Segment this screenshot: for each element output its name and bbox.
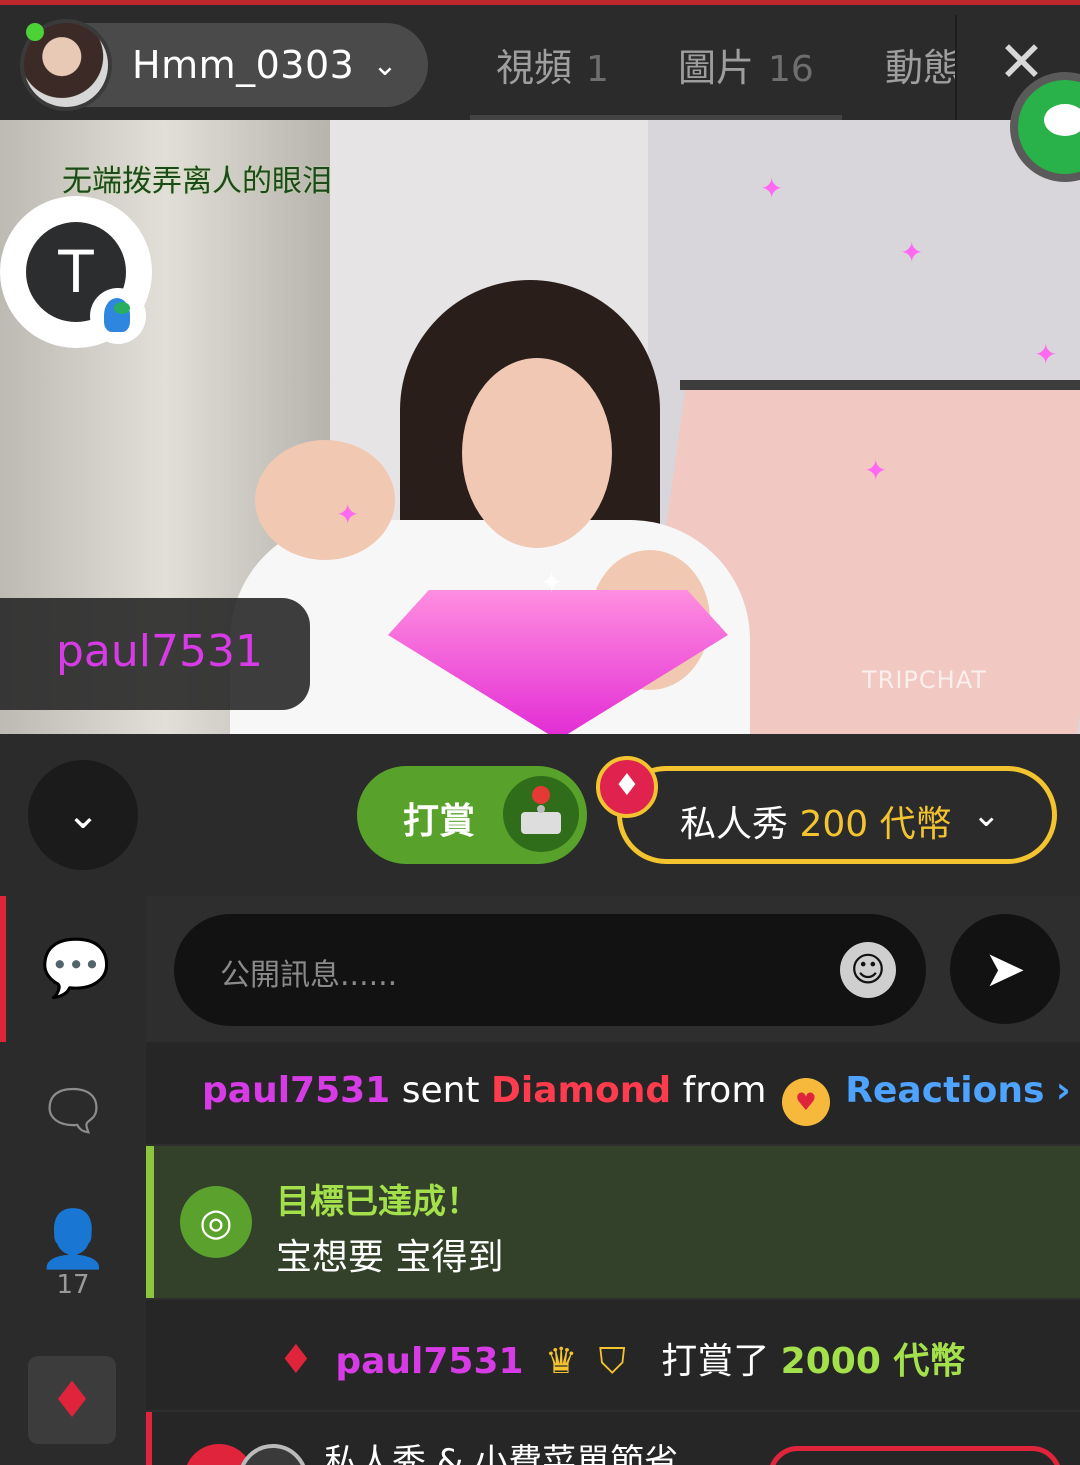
message-username[interactable]: paul7531 xyxy=(335,1341,523,1382)
gift-diamond-icon[interactable]: ♦ xyxy=(28,1356,116,1444)
message-placeholder: 公開訊息...... xyxy=(220,958,398,993)
gift-diamond-icon: ♦ xyxy=(278,1337,314,1383)
private-show-button[interactable]: 私人秀 200 代幣 ⌄ xyxy=(617,766,1057,864)
tipper-name: paul7531 xyxy=(56,626,263,677)
heart-eyes-icon: ♥ xyxy=(781,1078,830,1126)
tab-videos-count: 1 xyxy=(586,49,609,90)
tab-videos-label: 視頻 xyxy=(496,46,573,90)
chat-message-tip: ♦ paul7531 ♛ ⛉ 打賞了 2000 代幣 xyxy=(146,1300,1080,1410)
sparkle-icon: ✦ xyxy=(336,498,360,531)
tab-photos-label: 圖片 xyxy=(678,46,755,90)
sparkle-icon: ✦ xyxy=(900,236,924,269)
private-show-prefix: 私人秀 xyxy=(680,804,789,845)
video-background-bedframe xyxy=(680,380,1080,390)
emoji-icon[interactable]: ☺ xyxy=(840,942,896,998)
group-chat-icon[interactable]: 🗨 xyxy=(0,1042,146,1182)
collapse-button[interactable]: ⌄ xyxy=(28,760,138,870)
crown-icon: ♛ xyxy=(545,1341,578,1382)
tip-message-text: ♦ paul7531 ♛ ⛉ 打賞了 2000 代幣 xyxy=(278,1332,965,1384)
viewer-profile-badge[interactable]: T xyxy=(0,196,152,348)
private-show-label: 私人秀 200 代幣 xyxy=(680,795,952,847)
avatar xyxy=(238,1444,308,1465)
online-status-dot xyxy=(26,23,44,41)
tab-videos[interactable]: 視頻 1 xyxy=(496,37,609,92)
sparkle-icon: ✦ xyxy=(864,454,888,487)
streamer-figure-face xyxy=(462,358,612,548)
user-icon: 👤 xyxy=(38,1207,108,1272)
gift-diamond-icon: ♦ xyxy=(596,756,658,818)
tab-feed[interactable]: 動態 xyxy=(885,37,955,92)
tip-button-label: 打賞 xyxy=(403,801,476,842)
action-bar: ⌄ 打賞 私人秀 200 代幣 ⌄ ♦ xyxy=(0,734,1080,896)
chat-message-gift: paul7531 sent Diamond from ♥ Reactions › xyxy=(146,1042,1080,1144)
sparkle-icon: ✦ xyxy=(540,566,564,599)
goal-title: 目標已達成！ xyxy=(276,1182,480,1222)
tab-feed-label: 動態 xyxy=(885,46,955,90)
tripchat-watermark: TRIPCHAT xyxy=(862,666,987,694)
target-icon: ◎ xyxy=(180,1186,252,1258)
tab-divider xyxy=(955,15,957,125)
chevron-down-icon[interactable]: ⌄ xyxy=(372,48,397,83)
tab-photos-count: 16 xyxy=(768,49,814,90)
chevron-down-icon: ⌄ xyxy=(972,795,1001,835)
tab-photos[interactable]: 圖片 16 xyxy=(678,37,814,92)
menu-message-text: 私人秀 & 小費菜單節省 xyxy=(324,1442,679,1465)
private-show-price: 200 代幣 xyxy=(799,804,952,845)
live-video-stream[interactable]: ✦ ✦ ✦ ✦ ✦ ✦ 无端拨弄离人的眼泪 T paul7531 TRIPCHA… xyxy=(0,120,1080,734)
chat-message-goal: ◎ 目標已達成！ 宝想要 宝得到 xyxy=(146,1146,1080,1298)
joystick-icon xyxy=(503,776,579,852)
tip-action-text: 打賞了 xyxy=(661,1341,770,1382)
viewers-tab[interactable]: 👤 17 xyxy=(0,1196,146,1336)
sparkle-icon: ✦ xyxy=(760,172,784,205)
chat-bubble-icon[interactable]: 💬 xyxy=(0,896,146,1042)
send-icon[interactable]: ➤ xyxy=(950,914,1060,1024)
tip-button[interactable]: 打賞 xyxy=(357,766,587,864)
user-profile-pill[interactable]: Hmm_0303 ⌄ xyxy=(20,19,428,111)
tipper-name-overlay: paul7531 xyxy=(0,598,310,710)
song-lyric-overlay: 无端拨弄离人的眼泪 xyxy=(62,164,332,199)
gift-message-text: paul7531 sent Diamond from ♥ Reactions › xyxy=(202,1070,1071,1126)
menu-action-button[interactable] xyxy=(768,1446,1062,1465)
streamer-username: Hmm_0303 xyxy=(132,43,355,87)
shield-icon: ⛉ xyxy=(598,1341,626,1382)
public-message-input[interactable]: 公開訊息...... ☺ xyxy=(174,914,926,1026)
viewer-count: 17 xyxy=(56,1270,90,1300)
parrot-icon xyxy=(90,288,146,344)
chat-panel: 公開訊息...... ☺ ➤ paul7531 sent Diamond fro… xyxy=(146,896,1080,1465)
sparkle-icon: ✦ xyxy=(1034,338,1058,371)
streamer-avatar[interactable] xyxy=(20,19,112,111)
chevron-right-icon[interactable]: › xyxy=(1056,1070,1071,1111)
reactions-link[interactable]: Reactions xyxy=(845,1070,1044,1111)
goal-description: 宝想要 宝得到 xyxy=(276,1237,504,1278)
gift-from-text: from xyxy=(682,1070,767,1111)
top-bar: Hmm_0303 ⌄ 視頻 1 圖片 16 動態 ✕ xyxy=(0,0,1080,125)
gift-name: Diamond xyxy=(490,1070,672,1111)
chat-message-menu: 私人秀 & 小費菜單節省 xyxy=(146,1412,1080,1465)
message-username[interactable]: paul7531 xyxy=(202,1070,390,1111)
tip-amount: 2000 代幣 xyxy=(780,1341,966,1382)
streamer-figure-left-hand xyxy=(255,440,395,560)
gift-sent-text: sent xyxy=(401,1070,480,1111)
side-rail: 💬 🗨 👤 17 ♦ xyxy=(0,896,146,1465)
